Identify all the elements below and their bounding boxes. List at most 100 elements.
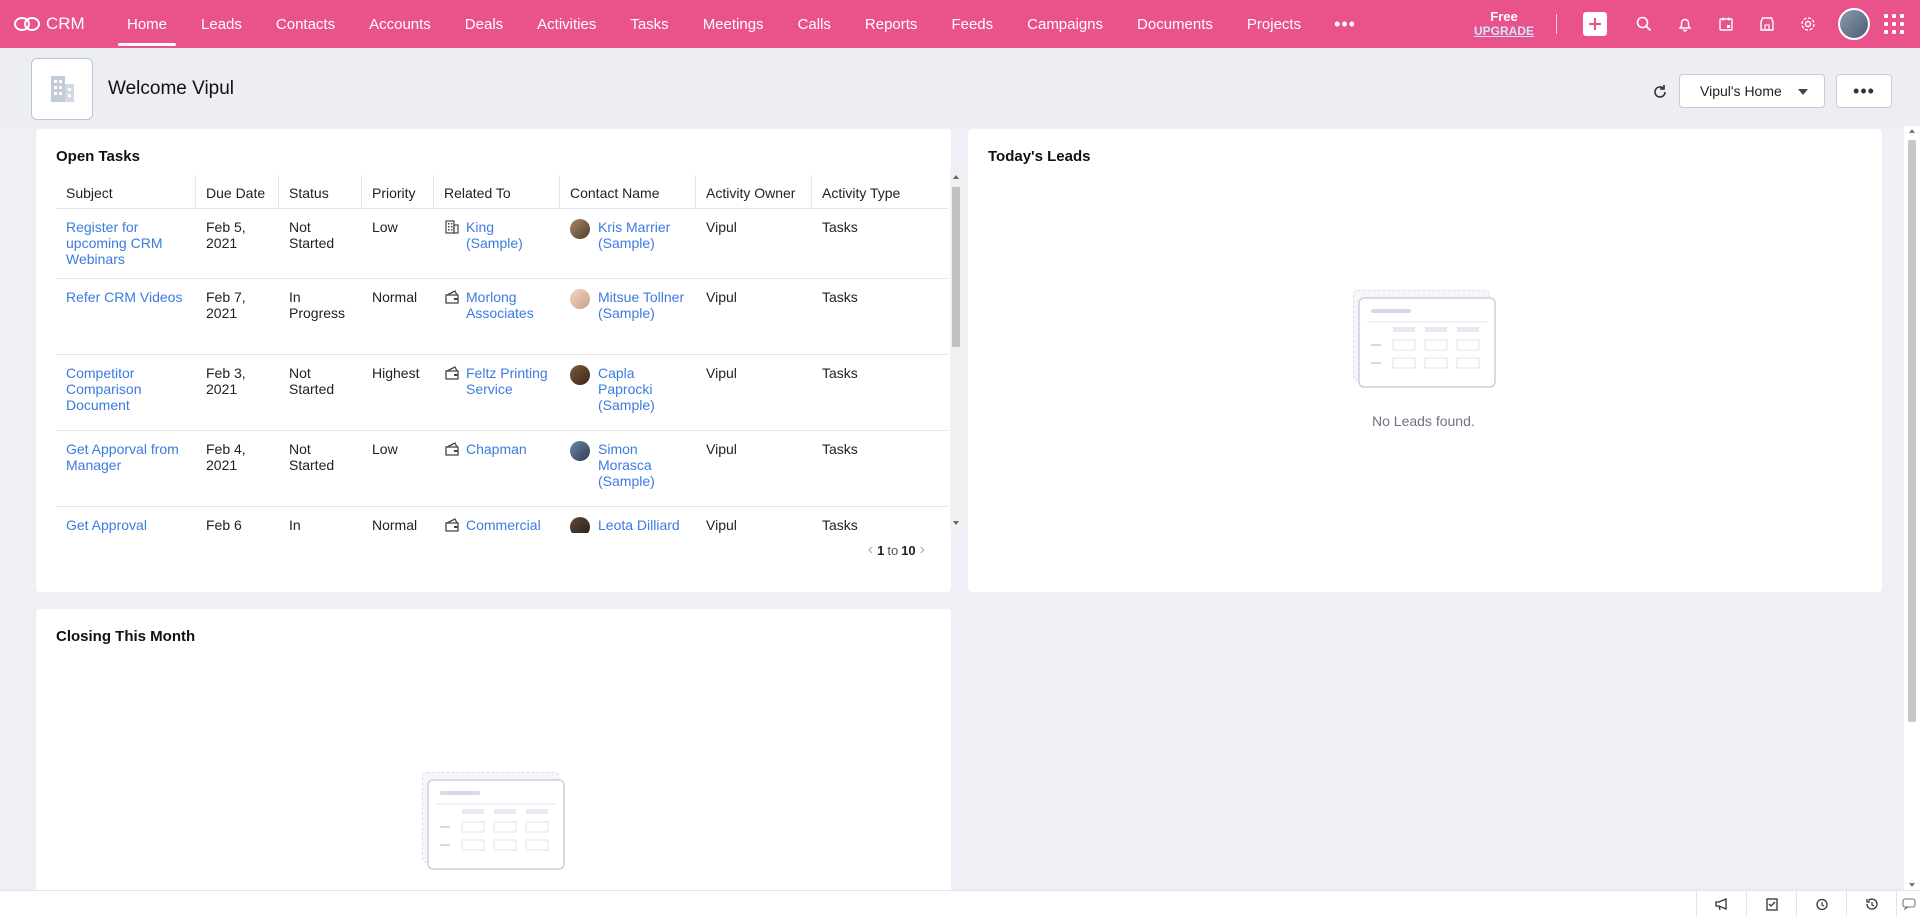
header-background — [0, 48, 1920, 126]
scroll-thumb[interactable] — [1908, 140, 1916, 722]
nav-menu: Home Leads Contacts Accounts Deals Activities… — [110, 0, 1318, 48]
nav-item-meetings[interactable]: Meetings — [686, 0, 781, 48]
task-subject-link[interactable]: Refer CRM Videos — [66, 289, 182, 305]
prev-page-icon[interactable]: ‹ — [868, 541, 873, 559]
related-to-link[interactable]: Morlong Associates — [466, 289, 550, 321]
column-header[interactable]: Contact Name — [560, 175, 696, 209]
task-subject-link[interactable]: Register for upcoming CRM Webinars — [66, 219, 162, 267]
column-header[interactable]: Activity Type — [812, 175, 918, 209]
org-logo[interactable] — [31, 58, 93, 120]
search-button[interactable] — [1623, 0, 1664, 48]
priority: Highest — [372, 365, 420, 381]
due-date: Feb 6 — [206, 517, 242, 533]
priority: Low — [372, 441, 398, 457]
table-row[interactable]: Refer CRM Videos Feb 7, 2021 In Progress No… — [56, 279, 948, 355]
nav-item-deals[interactable]: Deals — [448, 0, 520, 48]
table-row[interactable]: Competitor Comparison Document Feb 3, 202… — [56, 355, 948, 431]
plus-icon — [1589, 18, 1601, 30]
marketplace-button[interactable] — [1746, 0, 1787, 48]
related-to-link[interactable]: King (Sample) — [466, 219, 550, 251]
nav-item-campaigns[interactable]: Campaigns — [1010, 0, 1120, 48]
welcome-heading: Welcome Vipul — [108, 78, 235, 99]
nav-item-leads[interactable]: Leads — [184, 0, 259, 48]
scroll-down-icon[interactable] — [953, 521, 959, 525]
contact-name-link[interactable]: Leota Dilliard — [598, 517, 680, 533]
contact-name-link[interactable]: Simon Morasca (Sample) — [598, 441, 686, 489]
priority: Normal — [372, 517, 418, 533]
scroll-up-icon[interactable] — [953, 175, 959, 179]
activity-owner: Vipul — [706, 365, 737, 381]
related-to-link[interactable]: Commercial — [466, 517, 541, 533]
nav-more-button[interactable]: ••• — [1318, 0, 1372, 48]
table-scrollbar[interactable] — [950, 171, 962, 529]
reminders-button[interactable] — [1796, 891, 1846, 916]
scroll-up-icon[interactable] — [1909, 129, 1915, 133]
nav-item-activities[interactable]: Activities — [520, 0, 613, 48]
apps-grid-icon[interactable] — [1884, 14, 1904, 34]
upgrade-link[interactable]: UPGRADE — [1474, 24, 1534, 38]
table-row[interactable]: Get Approval Feb 6 In Normal Commercial Leota… — [56, 507, 948, 533]
activity-owner: Vipul — [706, 517, 737, 533]
notifications-button[interactable] — [1664, 0, 1705, 48]
caret-down-icon — [1798, 89, 1808, 95]
related-to-link[interactable]: Feltz Printing Service — [466, 365, 550, 397]
table-header: Subject Due Date Status Priority Related To C… — [56, 175, 948, 209]
due-date: Feb 5, 2021 — [206, 219, 246, 251]
history-button[interactable] — [1846, 891, 1896, 916]
chat-button[interactable] — [1896, 891, 1920, 916]
nav-item-documents[interactable]: Documents — [1120, 0, 1230, 48]
history-icon — [1865, 898, 1878, 910]
deal-icon — [445, 290, 459, 304]
contact-name-link[interactable]: Mitsue Tollner (Sample) — [598, 289, 686, 321]
page-scrollbar[interactable] — [1904, 126, 1920, 890]
settings-button[interactable] — [1787, 0, 1828, 48]
calendar-button[interactable] — [1705, 0, 1746, 48]
table-row[interactable]: Get Apporval from Manager Feb 4, 2021 Not … — [56, 431, 948, 507]
contact-avatar — [570, 441, 590, 461]
column-header[interactable]: Related To — [434, 175, 560, 209]
refresh-button[interactable] — [1648, 80, 1672, 104]
nav-item-calls[interactable]: Calls — [781, 0, 848, 48]
due-date: Feb 7, 2021 — [206, 289, 246, 321]
nav-item-accounts[interactable]: Accounts — [352, 0, 448, 48]
nav-item-projects[interactable]: Projects — [1230, 0, 1318, 48]
pager: ‹ 1 to 10 › — [864, 541, 929, 559]
empty-table-illustration — [1353, 290, 1496, 388]
upgrade-block[interactable]: Free UPGRADE — [1474, 10, 1534, 39]
column-header[interactable]: Priority — [362, 175, 434, 209]
activity-type: Tasks — [822, 219, 858, 235]
status: In — [289, 517, 301, 533]
nav-item-contacts[interactable]: Contacts — [259, 0, 352, 48]
nav-item-home[interactable]: Home — [110, 0, 184, 48]
column-header[interactable]: Subject — [56, 175, 196, 209]
related-to-link[interactable]: Chapman — [466, 441, 527, 457]
refresh-icon — [1654, 85, 1666, 98]
task-subject-link[interactable]: Get Apporval from Manager — [66, 441, 179, 473]
next-page-icon[interactable]: › — [920, 541, 925, 559]
megaphone-icon — [1714, 898, 1727, 911]
brand[interactable]: CRM — [14, 0, 104, 48]
contact-name-link[interactable]: Kris Marrier (Sample) — [598, 219, 686, 251]
header-more-button[interactable]: ••• — [1836, 74, 1892, 108]
task-subject-link[interactable]: Competitor Comparison Document — [66, 365, 141, 413]
column-header[interactable]: Activity Owner — [696, 175, 812, 209]
gear-icon — [1800, 17, 1815, 31]
tasks-button[interactable] — [1746, 891, 1796, 916]
activity-owner: Vipul — [706, 441, 737, 457]
nav-item-feeds[interactable]: Feeds — [934, 0, 1010, 48]
table-row[interactable]: Register for upcoming CRM Webinars Feb 5,… — [56, 209, 948, 279]
create-button[interactable] — [1583, 12, 1607, 36]
column-header[interactable]: Status — [279, 175, 362, 209]
scroll-thumb[interactable] — [952, 187, 960, 347]
nav-item-reports[interactable]: Reports — [848, 0, 935, 48]
crm-logo-icon — [14, 17, 40, 31]
contact-name-link[interactable]: Capla Paprocki (Sample) — [598, 365, 686, 413]
announcements-button[interactable] — [1696, 891, 1746, 916]
nav-item-tasks[interactable]: Tasks — [613, 0, 685, 48]
user-avatar[interactable] — [1838, 8, 1870, 40]
task-subject-link[interactable]: Get Approval — [66, 517, 147, 533]
scroll-down-icon[interactable] — [1909, 883, 1915, 887]
top-navigation: CRM Home Leads Contacts Accounts Deals Activi… — [0, 0, 1920, 48]
column-header[interactable]: Due Date — [196, 175, 279, 209]
home-view-select[interactable]: Vipul's Home — [1679, 74, 1825, 108]
